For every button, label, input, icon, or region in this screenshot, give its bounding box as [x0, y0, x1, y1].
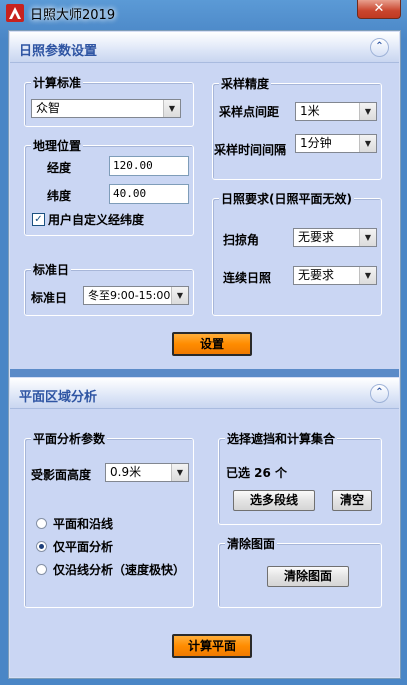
radio-line-only[interactable] — [36, 564, 47, 575]
sample-interval-select[interactable]: 1分钟 ▼ — [295, 134, 377, 153]
compute-plane-button[interactable]: 计算平面 — [172, 634, 252, 658]
collapse-icon[interactable]: ⌃ — [370, 384, 389, 403]
app-window: 日照大师2019 ✕ 日照参数设置 ⌃ 计算标准 众智 ▼ 地理位置 经度 12… — [0, 0, 407, 685]
group-clear-drawing: 清除图面 清除图面 — [218, 535, 382, 608]
select-value: 1米 — [300, 104, 320, 118]
select-value: 0.9米 — [110, 465, 142, 479]
select-value: 众智 — [36, 101, 61, 115]
select-value: 1分钟 — [300, 136, 332, 150]
group-title: 选择遮挡和计算集合 — [225, 430, 338, 447]
group-title: 日照要求(日照平面无效) — [219, 190, 354, 207]
chevron-down-icon: ▼ — [163, 100, 180, 117]
palette-content: 日照参数设置 ⌃ 计算标准 众智 ▼ 地理位置 经度 120.00 纬度 40.… — [8, 30, 401, 679]
chevron-down-icon: ▼ — [171, 464, 188, 481]
chevron-down-icon: ▼ — [359, 135, 376, 152]
radio-label: 平面和沿线 — [53, 517, 114, 531]
sample-spacing-select[interactable]: 1米 ▼ — [295, 102, 377, 121]
sweep-angle-label: 扫掠角 — [223, 233, 260, 247]
custom-latlon-checkbox[interactable]: ✓ — [32, 213, 45, 226]
select-polyline-button[interactable]: 选多段线 — [233, 490, 315, 511]
affected-height-label: 受影面高度 — [31, 468, 92, 482]
group-location: 地理位置 经度 120.00 纬度 40.00 ✓ 用户自定义经纬度 — [24, 137, 194, 236]
chevron-down-icon: ▼ — [359, 229, 376, 246]
select-value: 无要求 — [298, 230, 335, 244]
group-title: 计算标准 — [31, 74, 84, 91]
radio-label: 仅平面分析 — [53, 540, 114, 554]
chevron-down-icon: ▼ — [359, 267, 376, 284]
group-title: 标准日 — [31, 261, 72, 278]
collapse-icon[interactable]: ⌃ — [370, 38, 389, 57]
title-bar[interactable]: 日照大师2019 ✕ — [0, 0, 407, 26]
radio-plane-and-line[interactable] — [36, 518, 47, 529]
standard-day-select[interactable]: 冬至9:00-15:00 ▼ — [83, 286, 189, 305]
longitude-field[interactable]: 120.00 — [109, 156, 189, 176]
chevron-down-icon: ▼ — [359, 103, 376, 120]
autocad-logo-icon — [6, 4, 24, 22]
panel-header-plane-analysis[interactable]: 平面区域分析 ⌃ — [10, 378, 399, 409]
panel-body-sunlight-params: 计算标准 众智 ▼ 地理位置 经度 120.00 纬度 40.00 ✓ 用户自定… — [10, 63, 399, 369]
group-sampling-precision: 采样精度 采样点间距 1米 ▼ 采样时间间隔 1分钟 ▼ — [212, 75, 382, 180]
panel-header-sunlight-params[interactable]: 日照参数设置 ⌃ — [10, 32, 399, 63]
affected-height-select[interactable]: 0.9米 ▼ — [105, 463, 189, 482]
group-selection-set: 选择遮挡和计算集合 已选 26 个 选多段线 清空 — [218, 430, 382, 525]
panel-title: 平面区域分析 — [19, 390, 98, 405]
sample-interval-label: 采样时间间隔 — [214, 143, 287, 157]
continuous-sunlight-label: 连续日照 — [223, 271, 272, 285]
group-title: 采样精度 — [219, 75, 272, 92]
continuous-sunlight-select[interactable]: 无要求 ▼ — [293, 266, 377, 285]
group-title: 地理位置 — [31, 137, 84, 154]
panel-separator — [10, 369, 399, 377]
panel-body-plane-analysis: 平面分析参数 受影面高度 0.9米 ▼ 平面和沿线 仅平面分析 仅沿线分析（速度… — [10, 409, 399, 677]
chevron-down-icon: ▼ — [171, 287, 188, 304]
select-value: 无要求 — [298, 268, 335, 282]
window-title: 日照大师2019 — [30, 8, 116, 23]
latitude-label: 纬度 — [47, 189, 72, 203]
calc-standard-select[interactable]: 众智 ▼ — [31, 99, 181, 118]
radio-plane-only[interactable] — [36, 541, 47, 552]
panel-title: 日照参数设置 — [19, 44, 98, 59]
group-title: 清除图面 — [225, 535, 278, 552]
group-plane-params: 平面分析参数 受影面高度 0.9米 ▼ 平面和沿线 仅平面分析 仅沿线分析（速度… — [24, 430, 194, 608]
standard-day-label: 标准日 — [31, 291, 68, 305]
custom-latlon-label: 用户自定义经纬度 — [48, 213, 145, 227]
group-sunlight-requirement: 日照要求(日照平面无效) 扫掠角 无要求 ▼ 连续日照 无要求 ▼ — [212, 190, 382, 316]
group-calc-standard: 计算标准 众智 ▼ — [24, 74, 194, 127]
settings-button[interactable]: 设置 — [172, 332, 252, 356]
group-standard-day: 标准日 标准日 冬至9:00-15:00 ▼ — [24, 261, 194, 316]
selected-count-text: 已选 26 个 — [226, 466, 288, 480]
clear-drawing-button[interactable]: 清除图面 — [267, 566, 349, 587]
sample-spacing-label: 采样点间距 — [219, 105, 280, 119]
sweep-angle-select[interactable]: 无要求 ▼ — [293, 228, 377, 247]
radio-label: 仅沿线分析（速度极快） — [53, 563, 186, 577]
latitude-field[interactable]: 40.00 — [109, 184, 189, 204]
select-value: 冬至9:00-15:00 — [88, 289, 171, 302]
group-title: 平面分析参数 — [31, 430, 108, 447]
longitude-label: 经度 — [47, 161, 72, 175]
close-button[interactable]: ✕ — [357, 0, 401, 19]
clear-selection-button[interactable]: 清空 — [332, 490, 372, 511]
